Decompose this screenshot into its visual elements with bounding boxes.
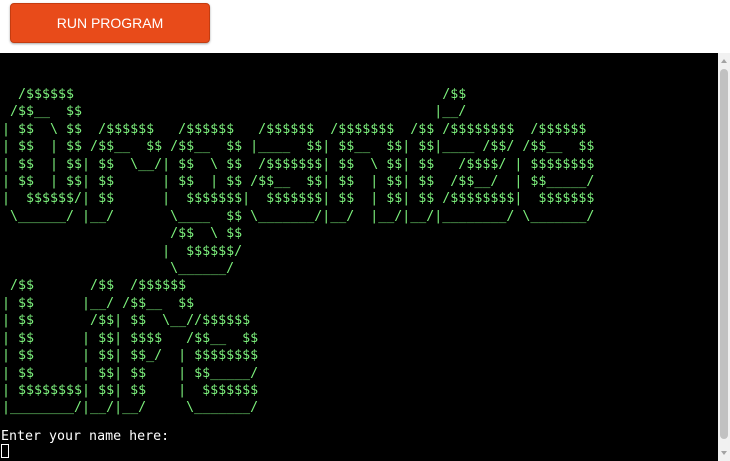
terminal-scrollbar[interactable] [718,53,730,461]
scroll-up-arrow-icon[interactable] [721,59,727,63]
terminal-cursor [1,444,9,458]
terminal[interactable]: /$$$$$$ /$$ /$$__ $$ |__/ | $$ \ $$ /$$$… [0,53,718,461]
run-program-button[interactable]: RUN PROGRAM [10,3,210,43]
scrollbar-thumb[interactable] [720,69,728,439]
name-prompt: Enter your name here: [1,429,170,444]
scroll-down-arrow-icon[interactable] [721,451,727,455]
ascii-art-banner: /$$$$$$ /$$ /$$__ $$ |__/ | $$ \ $$ /$$$… [2,87,595,416]
